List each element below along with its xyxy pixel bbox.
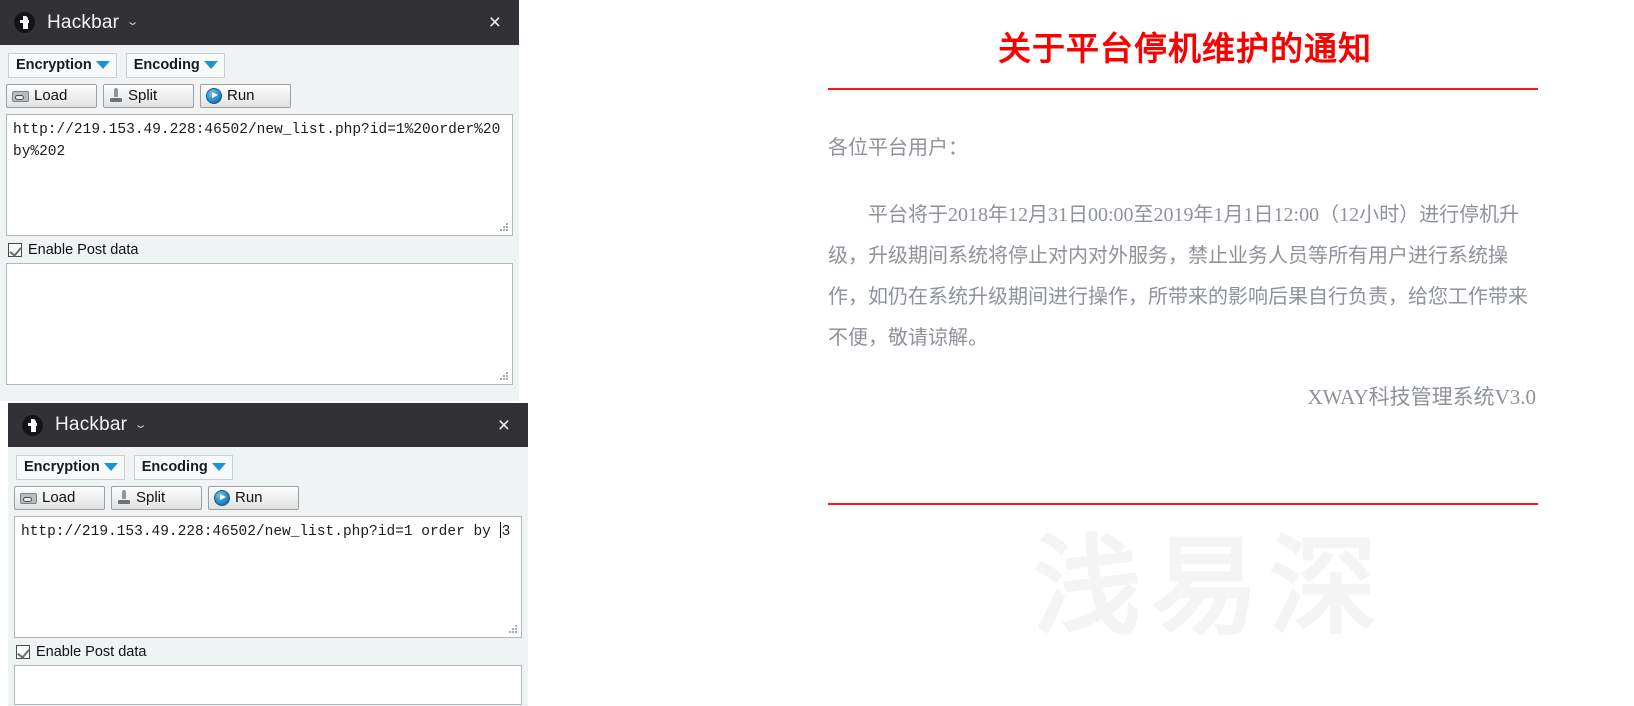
enable-post-data-checkbox[interactable] [8, 243, 22, 257]
run-button[interactable]: Run [200, 84, 291, 108]
encryption-label: Encryption [24, 459, 100, 475]
load-icon [12, 89, 29, 103]
run-play-icon [214, 489, 230, 506]
enable-post-data-checkbox[interactable] [16, 645, 30, 659]
url-text-after-caret: 3 [501, 524, 511, 540]
post-data-input[interactable] [6, 263, 513, 385]
hackbar-logo-icon [14, 12, 35, 33]
load-label: Load [34, 87, 68, 104]
toolbar-dropdown-row: Encryption Encoding [8, 447, 528, 480]
page-title: 关于平台停机维护的通知 [998, 30, 1372, 67]
split-tool-icon [117, 490, 131, 505]
load-label: Load [42, 489, 76, 506]
window-title: Hackbar [55, 414, 128, 435]
hackbar-logo-icon [22, 414, 43, 436]
hackbar-window-1: Hackbar ⌄ × Encryption Encoding Load Spl… [0, 0, 519, 401]
url-textarea-wrap: http://219.153.49.228:46502/new_list.php… [0, 114, 519, 236]
encryption-dropdown[interactable]: Encryption [8, 53, 117, 78]
encryption-label: Encryption [16, 57, 92, 73]
encoding-dropdown[interactable]: Encoding [133, 455, 233, 480]
enable-post-data-row[interactable]: Enable Post data [8, 638, 528, 665]
notice-body: 各位平台用户： 平台将于2018年12月31日00:00至2019年1月1日12… [828, 128, 1534, 359]
toolbar-action-row: Load Split Run [8, 480, 528, 516]
chevron-down-icon[interactable]: ⌄ [134, 419, 148, 431]
chevron-down-icon[interactable]: ⌄ [126, 17, 140, 28]
toolbar-action-row: Load Split Run [0, 78, 519, 114]
run-button[interactable]: Run [208, 486, 299, 510]
close-icon[interactable]: × [494, 413, 514, 438]
titlebar: Hackbar ⌄ × [8, 403, 528, 447]
caret-down-icon [103, 463, 118, 471]
post-data-input[interactable] [14, 665, 522, 705]
load-button[interactable]: Load [14, 486, 105, 510]
enable-post-data-label: Enable Post data [36, 644, 147, 660]
load-button[interactable]: Load [6, 84, 97, 108]
hackbar-window-2: Hackbar ⌄ × Encryption Encoding Load Spl… [8, 403, 528, 706]
divider-top [828, 88, 1538, 90]
url-input[interactable]: http://219.153.49.228:46502/new_list.php… [6, 114, 513, 236]
url-input[interactable]: http://219.153.49.228:46502/new_list.php… [14, 516, 522, 638]
encoding-dropdown[interactable]: Encoding [125, 53, 225, 78]
close-icon[interactable]: × [485, 10, 505, 35]
url-textarea-wrap: http://219.153.49.228:46502/new_list.php… [8, 516, 528, 638]
encoding-label: Encoding [141, 459, 208, 475]
post-textarea-wrap [0, 263, 519, 385]
watermark-text: 浅易深 [1033, 526, 1388, 647]
caret-down-icon [203, 61, 218, 69]
run-play-icon [206, 87, 222, 104]
notice-signature: XWAY科技管理系统V3.0 [1307, 385, 1536, 409]
toolbar-dropdown-row: Encryption Encoding [0, 45, 519, 78]
run-label: Run [227, 87, 255, 104]
notice-page: 关于平台停机维护的通知 各位平台用户： 平台将于2018年12月31日00:00… [828, 0, 1542, 706]
split-label: Split [128, 87, 158, 104]
caret-down-icon [211, 463, 226, 471]
encryption-dropdown[interactable]: Encryption [16, 455, 125, 480]
encoding-label: Encoding [133, 57, 200, 73]
post-textarea-wrap [8, 665, 528, 705]
notice-salutation: 各位平台用户： [828, 137, 968, 159]
enable-post-data-label: Enable Post data [28, 242, 139, 258]
text-cursor [499, 522, 501, 538]
split-label: Split [136, 489, 166, 506]
titlebar: Hackbar ⌄ × [0, 0, 519, 45]
enable-post-data-row[interactable]: Enable Post data [0, 236, 519, 263]
notice-paragraph: 平台将于2018年12月31日00:00至2019年1月1日12:00（12小时… [828, 204, 1528, 349]
run-label: Run [235, 489, 263, 506]
split-button[interactable]: Split [103, 84, 194, 108]
url-text-before-caret: http://219.153.49.228:46502/new_list.php… [21, 524, 500, 540]
split-tool-icon [109, 88, 123, 103]
caret-down-icon [95, 61, 110, 69]
load-icon [20, 491, 37, 505]
window-title: Hackbar [47, 11, 120, 33]
split-button[interactable]: Split [111, 486, 202, 510]
